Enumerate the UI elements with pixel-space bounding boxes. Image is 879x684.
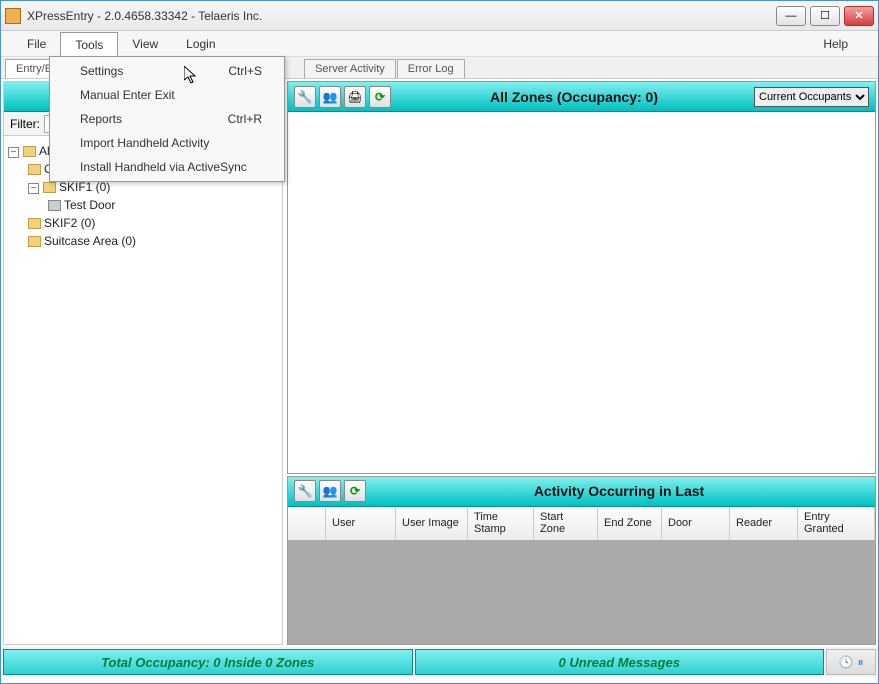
tree-label: Suitcase Area (0) bbox=[44, 234, 136, 248]
menu-item-manual[interactable]: Manual Enter Exit bbox=[52, 83, 282, 107]
menu-label: Manual Enter Exit bbox=[80, 88, 175, 102]
titlebar: XPressEntry - 2.0.4658.33342 - Telaeris … bbox=[1, 1, 878, 31]
col-user[interactable]: User bbox=[326, 507, 396, 540]
col-entry-granted[interactable]: Entry Granted bbox=[798, 507, 875, 540]
menu-label: Reports bbox=[80, 112, 122, 126]
folder-icon bbox=[43, 182, 56, 193]
menubar: File Tools View Login Help bbox=[1, 31, 878, 57]
zone-tree[interactable]: −All Outside (0) −SKIF1 (0) Test Door SK… bbox=[4, 136, 282, 644]
menu-label: Install Handheld via ActiveSync bbox=[80, 160, 247, 174]
status-icons: 🕓 ⏸ bbox=[826, 649, 876, 675]
zones-title: All Zones (Occupancy: 0) bbox=[394, 89, 754, 105]
window-title: XPressEntry - 2.0.4658.33342 - Telaeris … bbox=[27, 9, 262, 23]
col-start-zone[interactable]: Start Zone bbox=[534, 507, 598, 540]
activity-grid-header: User User Image Time Stamp Start Zone En… bbox=[288, 507, 875, 541]
activity-refresh-button[interactable]: ⟳ bbox=[344, 480, 366, 502]
activity-grid-body bbox=[288, 541, 875, 644]
close-button[interactable]: ✕ bbox=[844, 6, 874, 26]
refresh-icon: ⟳ bbox=[350, 484, 360, 498]
status-occupancy: Total Occupancy: 0 Inside 0 Zones bbox=[3, 649, 413, 675]
maximize-button[interactable]: ☐ bbox=[810, 6, 840, 26]
settings-button[interactable]: 🔧 bbox=[294, 86, 316, 108]
minimize-button[interactable]: — bbox=[776, 6, 806, 26]
people-icon: 👥 bbox=[323, 484, 338, 498]
tree-node-suitcase[interactable]: Suitcase Area (0) bbox=[8, 232, 278, 250]
menu-help[interactable]: Help bbox=[809, 31, 862, 56]
filter-label: Filter: bbox=[10, 117, 40, 131]
menu-item-settings[interactable]: Settings Ctrl+S bbox=[52, 59, 282, 83]
activity-title: Activity Occurring in Last bbox=[369, 483, 869, 499]
zones-panel: 🔧 👥 🖨 ⟳ All Zones (Occupancy: 0) Current… bbox=[287, 81, 876, 474]
activity-people-button[interactable]: 👥 bbox=[319, 480, 341, 502]
tools-dropdown: Settings Ctrl+S Manual Enter Exit Report… bbox=[49, 56, 285, 182]
tab-error-log[interactable]: Error Log bbox=[397, 59, 465, 78]
people-button[interactable]: 👥 bbox=[319, 86, 341, 108]
wrench-icon: 🔧 bbox=[298, 90, 313, 104]
wrench-icon: 🔧 bbox=[298, 484, 313, 498]
col-user-image[interactable]: User Image bbox=[396, 507, 468, 540]
folder-icon bbox=[28, 164, 41, 175]
print-icon: 🖨 bbox=[347, 90, 362, 104]
refresh-icon: ⟳ bbox=[375, 90, 385, 104]
folder-icon bbox=[28, 218, 41, 229]
col-reader[interactable]: Reader bbox=[730, 507, 798, 540]
menu-login[interactable]: Login bbox=[172, 31, 229, 56]
clock-icon: 🕓 bbox=[839, 655, 854, 669]
activity-panel: 🔧 👥 ⟳ Activity Occurring in Last User Us… bbox=[287, 476, 876, 645]
pause-icon[interactable]: ⏸ bbox=[857, 655, 863, 670]
print-button[interactable]: 🖨 bbox=[344, 86, 366, 108]
collapse-icon[interactable]: − bbox=[28, 183, 39, 194]
collapse-icon[interactable]: − bbox=[8, 147, 19, 158]
status-messages[interactable]: 0 Unread Messages bbox=[415, 649, 825, 675]
menu-label: Settings bbox=[80, 64, 123, 78]
menu-tools[interactable]: Tools bbox=[60, 32, 118, 57]
refresh-button[interactable]: ⟳ bbox=[369, 86, 391, 108]
tree-label: SKIF1 (0) bbox=[59, 180, 110, 194]
occupants-select[interactable]: Current Occupants bbox=[754, 87, 869, 107]
tree-label: SKIF2 (0) bbox=[44, 216, 95, 230]
menu-shortcut: Ctrl+S bbox=[228, 64, 262, 78]
col-end-zone[interactable]: End Zone bbox=[598, 507, 662, 540]
tab-server-activity[interactable]: Server Activity bbox=[304, 59, 396, 78]
tree-label: Test Door bbox=[64, 198, 115, 212]
folder-icon bbox=[28, 236, 41, 247]
tree-node-test-door[interactable]: Test Door bbox=[8, 196, 278, 214]
menu-label: Import Handheld Activity bbox=[80, 136, 209, 150]
activity-settings-button[interactable]: 🔧 bbox=[294, 480, 316, 502]
menu-view[interactable]: View bbox=[118, 31, 172, 56]
menu-item-install[interactable]: Install Handheld via ActiveSync bbox=[52, 155, 282, 179]
tree-node-skif2[interactable]: SKIF2 (0) bbox=[8, 214, 278, 232]
col-select[interactable] bbox=[288, 507, 326, 540]
menu-shortcut: Ctrl+R bbox=[228, 112, 262, 126]
col-time-stamp[interactable]: Time Stamp bbox=[468, 507, 534, 540]
folder-icon bbox=[23, 146, 36, 157]
door-icon bbox=[48, 200, 61, 211]
people-icon: 👥 bbox=[323, 90, 338, 104]
col-door[interactable]: Door bbox=[662, 507, 730, 540]
status-bar: Total Occupancy: 0 Inside 0 Zones 0 Unre… bbox=[1, 647, 878, 677]
app-icon bbox=[5, 8, 21, 24]
menu-file[interactable]: File bbox=[13, 31, 60, 56]
menu-item-import[interactable]: Import Handheld Activity bbox=[52, 131, 282, 155]
menu-item-reports[interactable]: Reports Ctrl+R bbox=[52, 107, 282, 131]
